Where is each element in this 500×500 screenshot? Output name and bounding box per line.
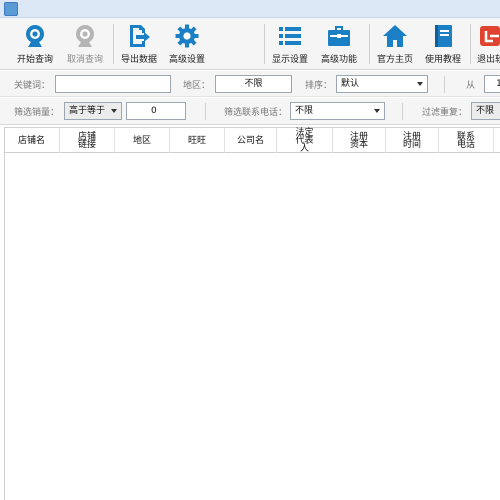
- column-header[interactable]: 店铺名: [4, 128, 60, 153]
- exit-button[interactable]: 退出软: [473, 21, 500, 67]
- results-table-header: 店铺名 店铺链接 地区 旺旺 公司名 法定代表人 注册资本 注册时间 联系电话: [4, 127, 500, 153]
- display-settings-label: 显示设置: [271, 55, 308, 65]
- start-query-button[interactable]: 开始查询: [9, 21, 61, 67]
- region-input[interactable]: 不限: [215, 75, 292, 93]
- column-header[interactable]: 联系电话: [439, 128, 494, 153]
- sales-value-input[interactable]: 0: [126, 102, 186, 120]
- column-header[interactable]: 注册时间: [386, 128, 439, 153]
- keyword-label: 关键词：: [14, 81, 51, 91]
- phone-filter-label: 筛选联系电话：: [224, 108, 288, 118]
- filter-row-keyword: 关键词： 地区： 不限 排序： 默认 从 1: [0, 71, 500, 97]
- sales-operator-select[interactable]: 高于等于: [64, 102, 122, 120]
- webcam-icon: [76, 25, 94, 47]
- webcam-icon: [26, 25, 44, 47]
- book-icon: [435, 25, 452, 47]
- advanced-settings-button[interactable]: 高级设置: [161, 21, 213, 67]
- advanced-settings-label: 高级设置: [168, 55, 205, 65]
- from-label: 从: [466, 81, 476, 91]
- official-home-button[interactable]: 官方主页: [369, 21, 421, 67]
- sales-operator-value: 高于等于: [69, 106, 106, 116]
- cancel-query-button[interactable]: 取消查询: [59, 21, 111, 67]
- filter-separator: [444, 76, 445, 93]
- gear-icon: [175, 24, 199, 48]
- column-header[interactable]: 公司名: [225, 128, 277, 153]
- official-home-label: 官方主页: [376, 55, 413, 65]
- export-data-label: 导出数据: [120, 55, 157, 65]
- column-header[interactable]: 地区: [115, 128, 170, 153]
- cancel-query-label: 取消查询: [66, 55, 103, 65]
- dedupe-select[interactable]: 不限: [471, 102, 500, 120]
- toolbox-icon: [328, 26, 350, 46]
- column-header[interactable]: 法定代表人: [277, 128, 333, 153]
- tutorial-label: 使用教程: [424, 55, 461, 65]
- chevron-down-icon: [374, 109, 380, 113]
- exit-icon: [480, 26, 500, 46]
- toolbar-separator: [470, 24, 471, 64]
- column-header[interactable]: 旺旺: [170, 128, 225, 153]
- filter-row-sales: 筛选销量： 高于等于 0 筛选联系电话： 不限 过滤重复： 不限: [0, 98, 500, 125]
- exit-label: 退出软: [477, 55, 500, 65]
- keyword-input[interactable]: [55, 75, 171, 93]
- column-header[interactable]: 注册资本: [333, 128, 386, 153]
- sort-select[interactable]: 默认: [336, 75, 428, 93]
- list-icon: [279, 27, 301, 45]
- phone-filter-value: 不限: [295, 106, 314, 116]
- export-icon: [130, 25, 150, 47]
- filter-separator: [402, 103, 403, 120]
- toolbar: 开始查询 取消查询 导出数据 高级设置 显示设置 高级功能 官方主页 使用教程 …: [0, 18, 500, 70]
- results-table-body[interactable]: [4, 153, 500, 500]
- chevron-down-icon: [111, 109, 117, 113]
- advanced-features-button[interactable]: 高级功能: [313, 21, 365, 67]
- sort-label: 排序：: [305, 81, 333, 91]
- region-label: 地区：: [183, 81, 211, 91]
- home-icon: [383, 25, 407, 47]
- display-settings-button[interactable]: 显示设置: [264, 21, 316, 67]
- app-icon: [4, 2, 18, 16]
- dedupe-label: 过滤重复：: [422, 108, 468, 118]
- sort-select-value: 默认: [341, 79, 360, 89]
- title-bar: [0, 0, 500, 18]
- tutorial-button[interactable]: 使用教程: [417, 21, 469, 67]
- filter-separator: [205, 103, 206, 120]
- sales-filter-label: 筛选销量：: [14, 108, 60, 118]
- start-query-label: 开始查询: [16, 55, 53, 65]
- chevron-down-icon: [417, 82, 423, 86]
- advanced-features-label: 高级功能: [320, 55, 357, 65]
- phone-filter-select[interactable]: 不限: [290, 102, 385, 120]
- from-input[interactable]: 1: [484, 75, 500, 93]
- column-header[interactable]: 店铺链接: [60, 128, 115, 153]
- export-data-button[interactable]: 导出数据: [113, 21, 165, 67]
